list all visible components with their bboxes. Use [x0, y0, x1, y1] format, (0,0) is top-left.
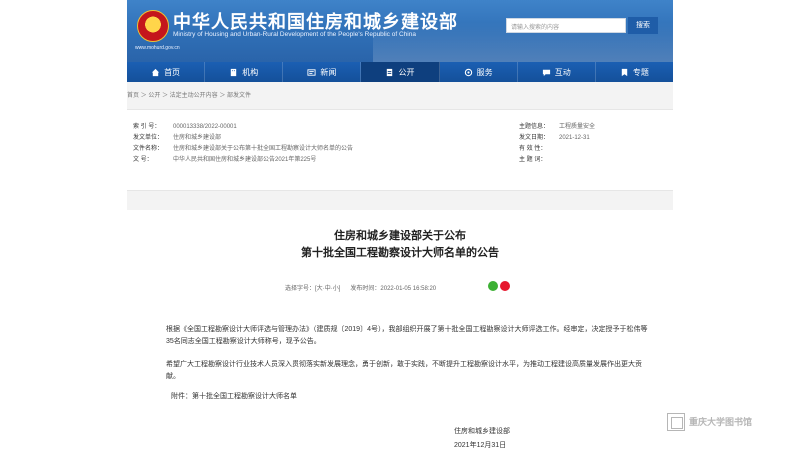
- keywords-label: 主 题 词：: [519, 157, 547, 163]
- site-header: 中华人民共和国住房和城乡建设部 Ministry of Housing and …: [127, 0, 673, 62]
- site-subtitle: Ministry of Housing and Urban-Rural Deve…: [173, 31, 416, 38]
- metadata-row-date: 发文日期： 2021-12-31: [519, 133, 669, 144]
- wechat-icon[interactable]: [488, 281, 498, 291]
- signature-date: 2021年12月31日: [454, 442, 507, 449]
- news-icon: [307, 68, 316, 77]
- topic-icon: [620, 68, 629, 77]
- main-nav: 首页 机构 新闻 公开 服务 互动 专题: [127, 62, 673, 82]
- index-label: 索 引 号：: [133, 124, 161, 130]
- metadata-row-index: 索 引 号： 000013338/2022-00001: [133, 122, 463, 133]
- index-value: 000013338/2022-00001: [173, 124, 237, 130]
- building-icon: [229, 68, 238, 77]
- home-icon: [151, 68, 160, 77]
- share-buttons: [488, 281, 511, 291]
- signature-organization: 住房和城乡建设部: [454, 428, 510, 435]
- document-metadata-panel: 索 引 号： 000013338/2022-00001 发文单位： 住房和城乡建…: [127, 109, 673, 191]
- nav-item-topics[interactable]: 专题: [596, 62, 673, 82]
- search-button[interactable]: 搜索: [628, 17, 658, 34]
- article-title-line-2: 第十批全国工程勘察设计大师名单的公告: [301, 247, 499, 259]
- date-label: 发文日期：: [519, 135, 550, 141]
- attachment-link[interactable]: 附件：第十批全国工程勘察设计大师名单: [171, 391, 297, 401]
- font-size-prefix: 选择字号：[: [285, 286, 317, 292]
- metadata-right-column: 主题信息： 工程质量安全 发文日期： 2021-12-31 有 效 性： 主 题…: [519, 122, 669, 166]
- metadata-row-number: 文 号： 中华人民共和国住房和城乡建设部公告2021年第225号: [133, 155, 463, 166]
- nav-item-interaction[interactable]: 互动: [518, 62, 596, 82]
- validity-label: 有 效 性：: [519, 146, 547, 152]
- article-info: 选择字号：[大·中·小] 发布时间：2022-01-05 16:58:20: [285, 286, 437, 292]
- article: 住房和城乡建设部关于公布 第十批全国工程勘察设计大师名单的公告 选择字号：[大·…: [127, 210, 673, 450]
- nav-item-public[interactable]: 公开: [361, 62, 440, 82]
- metadata-row-keywords: 主 题 词：: [519, 155, 669, 166]
- font-size-medium-button[interactable]: 中: [325, 286, 331, 292]
- search-input[interactable]: 请输入搜索的内容: [506, 18, 626, 33]
- nav-label: 新闻: [320, 67, 337, 77]
- metadata-row-issuer: 发文单位： 住房和城乡建设部: [133, 133, 463, 144]
- issuer-value: 住房和城乡建设部: [173, 135, 222, 141]
- nav-item-service[interactable]: 服务: [440, 62, 518, 82]
- article-paragraph-1: 根据《全国工程勘察设计大师评选与管理办法》（建质规〔2019〕4号），我部组织开…: [166, 326, 648, 345]
- article-paragraph-2: 希望广大工程勘察设计行业技术人员深入贯彻落实新发展理念，勇于创新，敢于实践，不断…: [166, 361, 642, 380]
- nav-label: 公开: [398, 67, 415, 77]
- chat-icon: [542, 68, 551, 77]
- date-value: 2021-12-31: [559, 135, 590, 141]
- breadcrumb[interactable]: 首页 ＞ 公开 ＞ 法定主动公开内容 ＞ 部发文件: [127, 90, 251, 99]
- page: 中华人民共和国住房和城乡建设部 Ministry of Housing and …: [127, 0, 673, 450]
- nav-label: 首页: [164, 67, 181, 77]
- document-icon: [385, 68, 394, 77]
- metadata-left-column: 索 引 号： 000013338/2022-00001 发文单位： 住房和城乡建…: [133, 122, 463, 166]
- library-watermark: 重庆大学图书馆: [667, 411, 792, 432]
- category-value: 工程质量安全: [559, 124, 596, 130]
- article-title-line-1: 住房和城乡建设部关于公布: [334, 230, 466, 242]
- metadata-row-filename: 文件名称： 住房和城乡建设部关于公布第十批全国工程勘察设计大师名单的公告: [133, 144, 463, 155]
- category-label: 主题信息：: [519, 124, 550, 130]
- filename-label: 文件名称：: [133, 146, 164, 152]
- weibo-icon[interactable]: [500, 281, 510, 291]
- metadata-row-category: 主题信息： 工程质量安全: [519, 122, 669, 133]
- issuer-label: 发文单位：: [133, 135, 164, 141]
- national-emblem-icon: [137, 10, 169, 42]
- nav-item-home[interactable]: 首页: [127, 62, 206, 82]
- nav-item-institutions[interactable]: 机构: [205, 62, 284, 82]
- nav-label: 服务: [476, 67, 493, 77]
- number-value: 中华人民共和国住房和城乡建设部公告2021年第225号: [173, 157, 317, 163]
- site-domain: www.mohurd.gov.cn: [135, 45, 180, 51]
- nav-label: 互动: [554, 67, 571, 77]
- watermark-text: 重庆大学图书馆: [689, 417, 753, 427]
- metadata-row-validity: 有 效 性：: [519, 144, 669, 155]
- publish-time: 发布时间：2022-01-05 16:58:20: [350, 286, 437, 292]
- number-label: 文 号：: [133, 157, 153, 163]
- font-size-suffix: ]: [338, 286, 341, 292]
- font-size-large-button[interactable]: 大: [317, 286, 323, 292]
- nav-label: 专题: [632, 67, 649, 77]
- service-icon: [464, 68, 473, 77]
- nav-item-news[interactable]: 新闻: [283, 62, 362, 82]
- library-logo-icon: [667, 412, 685, 431]
- filename-value: 住房和城乡建设部关于公布第十批全国工程勘察设计大师名单的公告: [173, 146, 354, 152]
- nav-label: 机构: [242, 67, 259, 77]
